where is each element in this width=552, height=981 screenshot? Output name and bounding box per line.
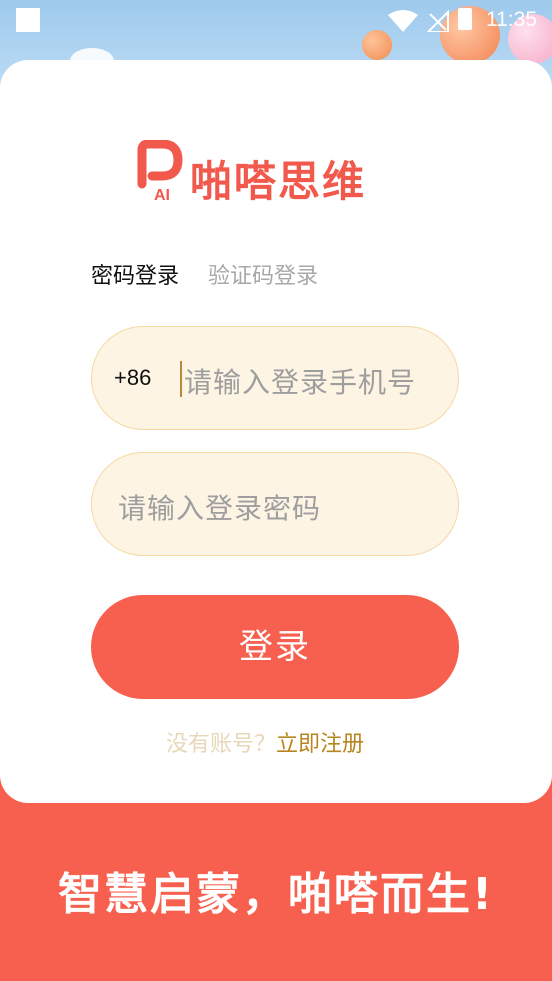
logo-letters: AI xyxy=(154,187,170,202)
app-logo: AI 啪嗒思维 xyxy=(136,140,426,206)
battery-icon xyxy=(458,8,472,30)
notification-icon xyxy=(16,8,40,32)
phone-placeholder: 请输入登录手机号 xyxy=(184,366,417,399)
text-caret xyxy=(180,361,182,397)
register-prompt: 没有账号？立即注册 xyxy=(166,726,364,758)
register-link[interactable]: 立即注册 xyxy=(276,732,364,757)
signal-icon xyxy=(426,10,449,32)
status-bar: 11:35 xyxy=(0,0,552,40)
login-button[interactable]: 登录 xyxy=(91,595,459,699)
country-code[interactable]: +86 xyxy=(114,365,151,391)
tab-code-login[interactable]: 验证码登录 xyxy=(208,258,318,290)
logo-p-icon: AI xyxy=(137,140,183,202)
wifi-icon xyxy=(388,10,418,32)
register-question: 没有账号？ xyxy=(166,732,277,757)
status-time: 11:35 xyxy=(486,8,537,31)
app-name: 啪嗒思维 xyxy=(190,157,367,206)
password-placeholder: 请输入登录密码 xyxy=(118,492,322,525)
password-input[interactable]: 请输入登录密码 xyxy=(91,452,459,556)
phone-input[interactable]: +86 请输入登录手机号 xyxy=(91,326,459,430)
slogan-text: 智慧启蒙，啪嗒而生! xyxy=(57,869,495,920)
tab-password-login[interactable]: 密码登录 xyxy=(91,258,179,290)
